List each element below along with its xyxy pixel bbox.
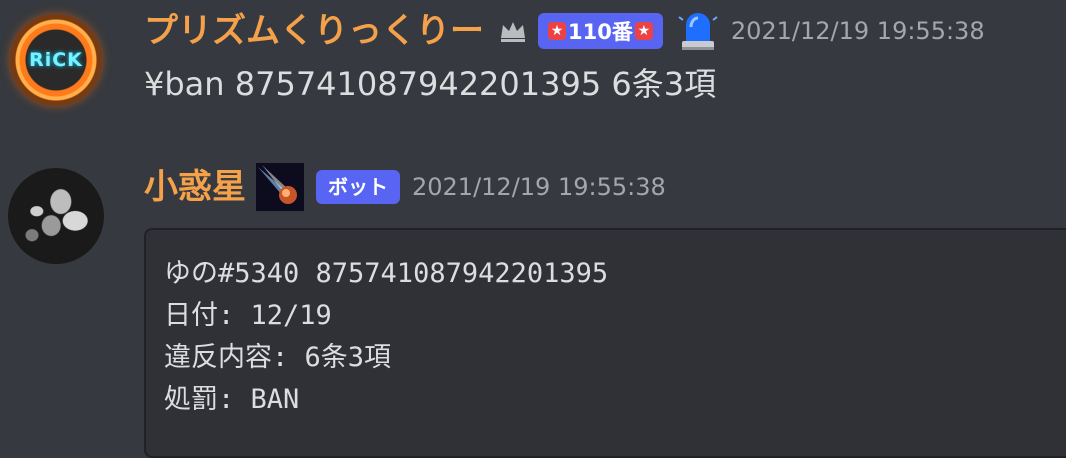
- role-badge-label: 110番: [568, 20, 633, 44]
- code-block: ゆの#5340 875741087942201395 日付: 12/19 違反内…: [144, 228, 1066, 458]
- message-1: RiCK プリズムくりっくりー ★ 110番 ★ 2021/12/19 19:5…: [0, 0, 1066, 140]
- code-line-penalty: 処罰: BAN: [164, 384, 300, 415]
- timestamp: 2021/12/19 19:55:38: [412, 173, 666, 201]
- role-badge[interactable]: ★ 110番 ★: [538, 13, 663, 49]
- message-header: プリズムくりっくりー ★ 110番 ★ 2021/12/19 19:55:38: [144, 6, 985, 56]
- code-line-violation: 違反内容: 6条3項: [164, 342, 392, 373]
- bot-username[interactable]: 小惑星: [144, 162, 246, 212]
- username[interactable]: プリズムくりっくりー: [144, 6, 484, 56]
- bot-badge: ボット: [316, 170, 400, 204]
- code-line-user: ゆの#5340 875741087942201395: [164, 258, 609, 289]
- message-header: 小惑星 ボット 2021/12/19 19:55:38: [144, 162, 666, 212]
- bot-avatar[interactable]: [8, 168, 104, 264]
- timestamp: 2021/12/19 19:55:38: [730, 17, 985, 45]
- avatar-logo-text: RiCK: [29, 49, 83, 71]
- star-icon: ★: [548, 22, 566, 40]
- crown-icon: [498, 18, 528, 44]
- message-content: ¥ban 875741087942201395 6条3項: [144, 65, 717, 103]
- star-icon: ★: [634, 22, 653, 40]
- comet-icon: [256, 163, 304, 211]
- code-line-date: 日付: 12/19: [164, 300, 332, 331]
- siren-icon: [677, 7, 719, 55]
- user-avatar[interactable]: RiCK: [10, 14, 102, 106]
